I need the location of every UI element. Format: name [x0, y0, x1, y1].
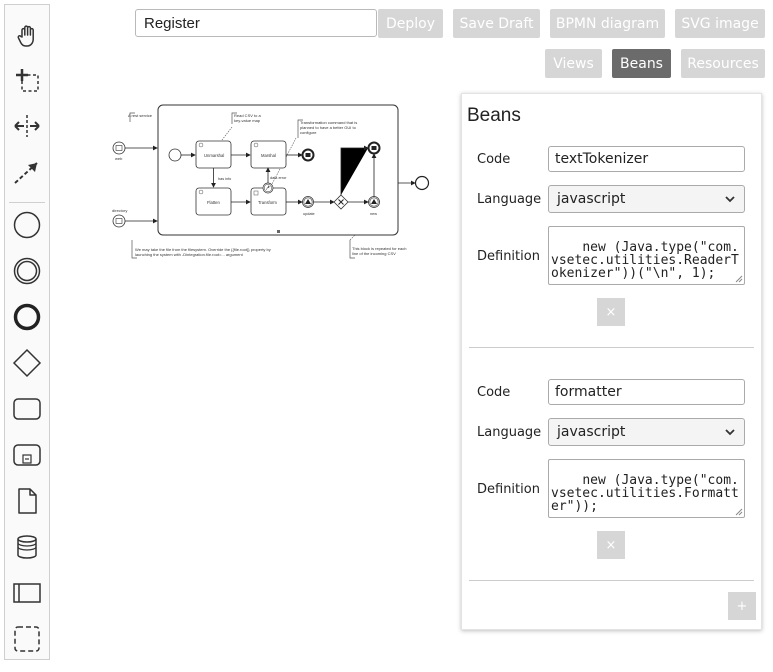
annotation-take-2: launching the system with -Dintegration.… — [135, 252, 244, 257]
remove-bean-button[interactable]: × — [597, 531, 625, 559]
intermediate-event-icon[interactable] — [5, 251, 49, 291]
annotation-transform-3: configure — [300, 130, 317, 135]
bean-language-value: javascript — [557, 191, 626, 207]
bpmn-diagram[interactable]: A rest service Read CSV to a key-value m… — [110, 100, 440, 270]
chevron-down-icon — [725, 196, 735, 203]
space-tool-icon[interactable] — [5, 106, 49, 146]
language-label: Language — [477, 425, 542, 440]
hand-tool-icon[interactable] — [5, 16, 49, 56]
lasso-tool-icon[interactable] — [5, 60, 49, 100]
definition-label: Definition — [477, 482, 540, 497]
task-marshal: Marshal — [261, 153, 276, 158]
annotation-rest: A rest service — [128, 113, 153, 118]
resize-grip-icon[interactable] — [733, 506, 743, 516]
tool-palette — [4, 4, 50, 660]
data-store-icon[interactable] — [5, 527, 49, 567]
end-event-icon[interactable] — [5, 297, 49, 337]
svg-image-button[interactable]: SVG image — [675, 9, 765, 38]
resize-grip-icon[interactable] — [733, 273, 743, 283]
bean-definition-textarea[interactable]: new (Java.type("com.vsetec.utilities.For… — [548, 459, 745, 518]
add-bean-button[interactable]: + — [728, 592, 756, 620]
tab-views[interactable]: Views — [545, 49, 602, 78]
code-label: Code — [477, 152, 511, 167]
bpmn-diagram-button[interactable]: BPMN diagram — [550, 9, 665, 38]
annotation-block-2: line of the incoming CSV — [352, 251, 396, 256]
bean-language-value: javascript — [557, 424, 626, 440]
tab-resources[interactable]: Resources — [681, 49, 765, 78]
language-label: Language — [477, 192, 542, 207]
beans-panel: Beans Code textTokenizer Language javasc… — [461, 93, 762, 630]
bean-code-value: textTokenizer — [555, 151, 649, 167]
bean-code-value: formatter — [555, 384, 622, 400]
save-draft-button[interactable]: Save Draft — [453, 9, 540, 38]
bean-divider — [469, 580, 754, 581]
label-has-info: has info — [218, 177, 231, 181]
task-flatten: Flatten — [207, 200, 220, 205]
label-directory: directory — [112, 208, 127, 213]
label-new: new — [370, 212, 377, 216]
label-update: update — [303, 212, 315, 216]
bean-code-input[interactable]: formatter — [548, 379, 745, 405]
bean-definition-textarea[interactable]: new (Java.type("com.vsetec.utilities.Rea… — [548, 226, 745, 285]
definition-label: Definition — [477, 249, 540, 264]
bean-code-input[interactable]: textTokenizer — [548, 146, 745, 172]
task-unmarshal: Unmarshal — [204, 153, 224, 158]
bean-definition-value: new (Java.type("com.vsetec.utilities.Rea… — [551, 240, 739, 281]
start-event-icon[interactable] — [5, 205, 49, 245]
bean-divider — [469, 347, 754, 348]
label-data-error: data error — [270, 176, 287, 180]
tab-beans[interactable]: Beans — [612, 49, 671, 78]
data-object-icon[interactable] — [5, 481, 49, 521]
process-name-input[interactable]: Register — [135, 9, 377, 37]
remove-bean-button[interactable]: × — [597, 298, 625, 326]
gateway-icon[interactable] — [5, 343, 49, 383]
subprocess-icon[interactable] — [5, 435, 49, 475]
task-icon[interactable] — [5, 389, 49, 429]
deploy-button[interactable]: Deploy — [378, 9, 443, 38]
bean-language-select[interactable]: javascript — [548, 418, 745, 446]
pool-icon[interactable] — [5, 573, 49, 613]
task-transform: Transform — [258, 200, 277, 205]
subprocess-box — [157, 104, 399, 236]
process-name-value: Register — [144, 14, 200, 32]
group-icon[interactable] — [5, 619, 49, 659]
annotation-read-2: key-value map — [234, 118, 261, 123]
code-label: Code — [477, 385, 511, 400]
connect-tool-icon[interactable] — [5, 152, 49, 192]
chevron-down-icon — [725, 429, 735, 436]
bean-language-select[interactable]: javascript — [548, 185, 745, 213]
panel-title: Beans — [467, 105, 521, 126]
bean-definition-value: new (Java.type("com.vsetec.utilities.For… — [551, 473, 739, 514]
label-web: web — [115, 156, 123, 161]
